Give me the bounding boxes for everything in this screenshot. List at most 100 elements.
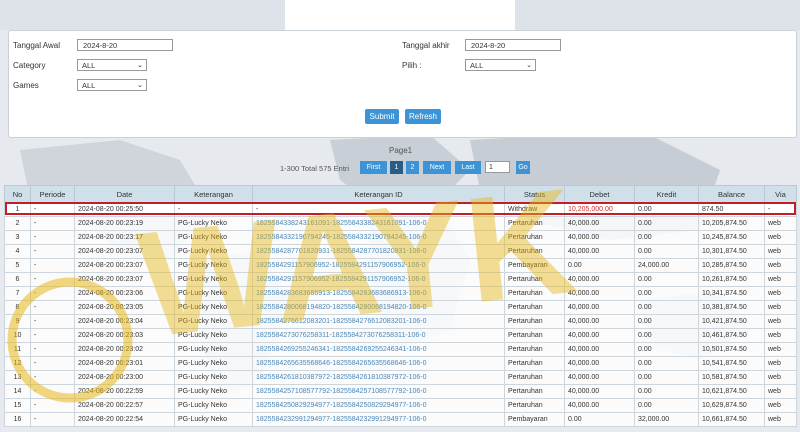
table-row[interactable]: 2-2024-08-20 00:23:19 PG-Lucky Neko 182558… xyxy=(4,216,797,231)
row-via-cell: web xyxy=(764,370,797,385)
row-periode-cell: - xyxy=(30,300,75,315)
row-via-cell: web xyxy=(764,412,797,427)
row-date-cell: 2024-08-20 00:23:02 xyxy=(74,342,175,357)
table-row[interactable]: 16-2024-08-20 00:22:54 PG-Lucky Neko 18255… xyxy=(4,412,797,427)
table-row[interactable]: 5-2024-08-20 00:23:07 PG-Lucky Neko 182558… xyxy=(4,258,797,273)
row-date-cell: 2024-08-20 00:23:07 xyxy=(74,272,175,287)
row-keterangan-id-cell[interactable]: 1825584332190794245-1825584332190794245-… xyxy=(252,230,505,245)
page-2-button[interactable]: 2 xyxy=(406,161,419,174)
row-keterangan-id-cell[interactable]: 1825584232991294977-1825584232991294977-… xyxy=(252,412,505,427)
last-page-button[interactable]: Last xyxy=(455,161,481,174)
row-balance-cell: 10,245,874.50 xyxy=(698,230,765,245)
table-row[interactable]: 9-2024-08-20 00:23:04 PG-Lucky Neko 182558… xyxy=(4,314,797,329)
row-debet-cell: 40,000.00 xyxy=(564,244,635,259)
first-page-button[interactable]: First xyxy=(360,161,387,174)
row-kredit-cell: 0.00 xyxy=(634,328,699,343)
row-via-cell: - xyxy=(764,202,797,217)
col-debet-header: Debet xyxy=(564,185,635,203)
row-keterangan-id-cell[interactable]: 1825584265635568646-1825584265635568646-… xyxy=(252,356,505,371)
row-balance-cell: 10,501,874.50 xyxy=(698,342,765,357)
row-date-cell: 2024-08-20 00:23:06 xyxy=(74,286,175,301)
row-status-cell: Pertaruhan xyxy=(504,244,565,259)
table-row[interactable]: 1-2024-08-20 00:25:50- - Withdraw 10,205,00… xyxy=(4,202,797,217)
row-balance-cell: 10,661,874.50 xyxy=(698,412,765,427)
row-balance-cell: 10,621,874.50 xyxy=(698,384,765,399)
row-keterangan-cell: PG-Lucky Neko xyxy=(174,356,253,371)
go-button[interactable]: Go xyxy=(516,161,530,174)
table-row[interactable]: 7-2024-08-20 00:23:06 PG-Lucky Neko 182558… xyxy=(4,286,797,301)
table-row[interactable]: 4-2024-08-20 00:23:07 PG-Lucky Neko 182558… xyxy=(4,244,797,259)
row-keterangan-cell: PG-Lucky Neko xyxy=(174,216,253,231)
row-keterangan-id-cell[interactable]: 1825584291157906952-1825584291157906952-… xyxy=(252,258,505,273)
table-row[interactable]: 6-2024-08-20 00:23:07 PG-Lucky Neko 182558… xyxy=(4,272,797,287)
table-row[interactable]: 12-2024-08-20 00:23:01 PG-Lucky Neko 18255… xyxy=(4,356,797,371)
tanggal-akhir-input[interactable]: 2024-8-20 xyxy=(465,39,561,51)
row-keterangan-id-cell[interactable]: 1825584269255246341-1825584269255246341-… xyxy=(252,342,505,357)
table-row[interactable]: 14-2024-08-20 00:22:59 PG-Lucky Neko 18255… xyxy=(4,384,797,399)
row-keterangan-cell: PG-Lucky Neko xyxy=(174,230,253,245)
row-balance-cell: 874.50 xyxy=(698,202,765,217)
row-keterangan-cell: PG-Lucky Neko xyxy=(174,314,253,329)
page-1-button[interactable]: 1 xyxy=(390,161,403,174)
row-keterangan-cell: PG-Lucky Neko xyxy=(174,412,253,427)
table-row[interactable]: 10-2024-08-20 00:23:03 PG-Lucky Neko 18255… xyxy=(4,328,797,343)
table-row[interactable]: 11-2024-08-20 00:23:02 PG-Lucky Neko 18255… xyxy=(4,342,797,357)
row-keterangan-id-cell[interactable]: 1825584276612083201-1825584276612083201-… xyxy=(252,314,505,329)
row-debet-cell: 0.00 xyxy=(564,258,635,273)
row-keterangan-id-cell[interactable]: 1825584280068194820-1825584280068194820-… xyxy=(252,300,505,315)
row-periode-cell: - xyxy=(30,244,75,259)
page-number-input[interactable]: 1 xyxy=(485,161,510,173)
category-select-value: ALL xyxy=(82,61,96,70)
row-keterangan-id-cell[interactable]: 1825584250829294977-1825584250829294977-… xyxy=(252,398,505,413)
row-keterangan-id-cell[interactable]: 1825584273076258311-1825584273076258311-… xyxy=(252,328,505,343)
next-page-button[interactable]: Next xyxy=(423,161,451,174)
table-row[interactable]: 13-2024-08-20 00:23:00 PG-Lucky Neko 18255… xyxy=(4,370,797,385)
refresh-button[interactable]: Refresh xyxy=(405,109,441,124)
row-via-cell: web xyxy=(764,216,797,231)
row-keterangan-cell: PG-Lucky Neko xyxy=(174,384,253,399)
row-kredit-cell: 0.00 xyxy=(634,398,699,413)
pilih-select[interactable]: ALL ⌄ xyxy=(465,59,536,71)
row-keterangan-id-cell[interactable]: 1825584261810387972-1825584261810387972-… xyxy=(252,370,505,385)
row-status-cell: Pertaruhan xyxy=(504,384,565,399)
chevron-down-icon: ⌄ xyxy=(137,82,143,89)
table-row[interactable]: 3-2024-08-20 00:23:17 PG-Lucky Neko 182558… xyxy=(4,230,797,245)
row-no-cell: 15 xyxy=(4,398,31,413)
row-date-cell: 2024-08-20 00:23:03 xyxy=(74,328,175,343)
row-date-cell: 2024-08-20 00:23:00 xyxy=(74,370,175,385)
row-periode-cell: - xyxy=(30,314,75,329)
row-keterangan-id-cell[interactable]: 1825584291157906952-1825584291157906952-… xyxy=(252,272,505,287)
submit-button[interactable]: Submit xyxy=(365,109,399,124)
games-select-value: ALL xyxy=(82,81,96,90)
row-via-cell: web xyxy=(764,342,797,357)
row-no-cell: 12 xyxy=(4,356,31,371)
games-select[interactable]: ALL ⌄ xyxy=(77,79,147,91)
row-keterangan-id-cell[interactable]: 1825584338243161091-1825584338243161091-… xyxy=(252,216,505,231)
row-keterangan-id-cell[interactable]: 1825584287701820931-1825584287701820931-… xyxy=(252,244,505,259)
category-select[interactable]: ALL ⌄ xyxy=(77,59,147,71)
row-debet-cell: 40,000.00 xyxy=(564,286,635,301)
row-date-cell: 2024-08-20 00:22:54 xyxy=(74,412,175,427)
row-balance-cell: 10,301,874.50 xyxy=(698,244,765,259)
category-label: Category xyxy=(13,61,46,70)
row-kredit-cell: 24,000.00 xyxy=(634,258,699,273)
row-debet-cell: 40,000.00 xyxy=(564,356,635,371)
row-no-cell: 6 xyxy=(4,272,31,287)
col-keterangan-id-header: Keterangan ID xyxy=(252,185,505,203)
row-no-cell: 3 xyxy=(4,230,31,245)
table-row[interactable]: 15-2024-08-20 00:22:57 PG-Lucky Neko 18255… xyxy=(4,398,797,413)
row-keterangan-id-cell[interactable]: 1825584257108577792-1825584257108577792-… xyxy=(252,384,505,399)
col-no-header: No xyxy=(4,185,31,203)
row-no-cell: 16 xyxy=(4,412,31,427)
row-status-cell: Pertaruhan xyxy=(504,342,565,357)
row-balance-cell: 10,205,874.50 xyxy=(698,216,765,231)
row-keterangan-id-cell[interactable]: 1825584283683686913-1825584283683686913-… xyxy=(252,286,505,301)
tanggal-awal-input[interactable]: 2024-8-20 xyxy=(77,39,173,51)
row-periode-cell: - xyxy=(30,258,75,273)
row-date-cell: 2024-08-20 00:23:19 xyxy=(74,216,175,231)
row-kredit-cell: 0.00 xyxy=(634,314,699,329)
row-balance-cell: 10,581,874.50 xyxy=(698,370,765,385)
table-row[interactable]: 8-2024-08-20 00:23:05 PG-Lucky Neko 182558… xyxy=(4,300,797,315)
pilih-label: Pilih : xyxy=(402,61,422,70)
tanggal-awal-label: Tanggal Awal xyxy=(13,41,60,50)
